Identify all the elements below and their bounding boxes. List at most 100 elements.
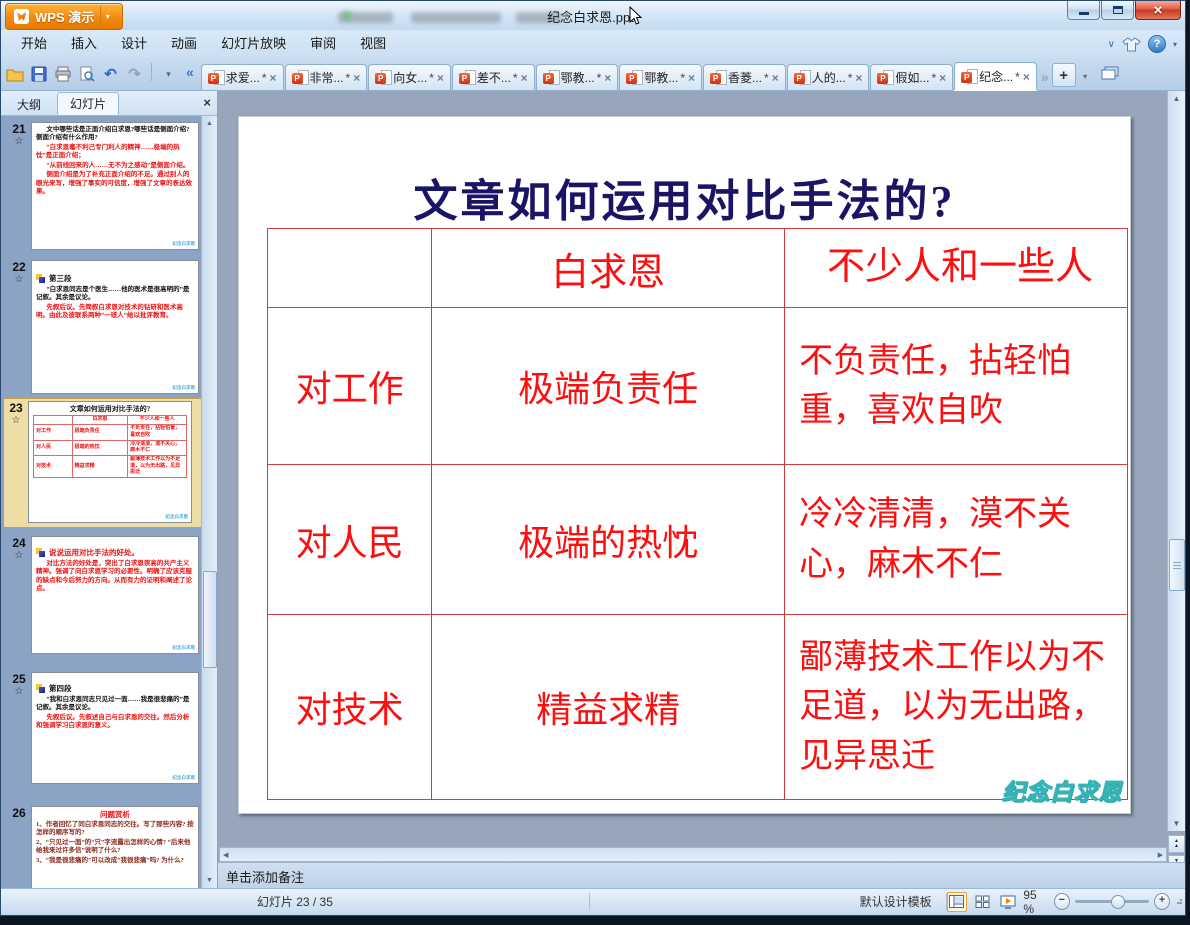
scrollbar-thumb[interactable]: [1169, 539, 1185, 591]
close-tab-icon[interactable]: ×: [772, 71, 779, 85]
menu-design[interactable]: 设计: [109, 30, 159, 58]
table-cell[interactable]: 白求恩: [431, 228, 786, 308]
table-cell[interactable]: 鄙薄技术工作以为不足道，以为无出路，见异思迁: [784, 614, 1128, 800]
close-tab-icon[interactable]: ×: [437, 71, 444, 85]
zoom-slider[interactable]: [1074, 895, 1150, 909]
title-bar: WPS 演示 ▾ 纪念白求恩.ppt* ×: [1, 1, 1185, 30]
close-tab-icon[interactable]: ×: [1023, 70, 1030, 84]
close-tab-icon[interactable]: ×: [269, 71, 276, 85]
new-tab-button[interactable]: +: [1051, 63, 1076, 87]
help-dropdown-icon[interactable]: ▾: [1173, 40, 1177, 49]
help-icon[interactable]: ?: [1147, 35, 1166, 53]
slide-thumbnail-25[interactable]: 25 ☆ 第四段 “我和白求恩同志只见过一面……我是很悲痛的”是记叙。其余是议论…: [7, 672, 202, 784]
menu-insert[interactable]: 插入: [59, 30, 109, 58]
document-tab[interactable]: 鄂教...*×: [619, 64, 703, 90]
document-tab[interactable]: 向女...*×: [368, 64, 451, 90]
slide-thumbnail-24[interactable]: 24 ☆ 说说运用对比手法的好处。 对比方法的好处是，突出了白求恩崇高的共产主义…: [7, 536, 202, 654]
document-tab[interactable]: 假如...*×: [870, 64, 954, 90]
table-cell[interactable]: 冷冷清清，漠不关心，麻木不仁: [784, 464, 1128, 615]
table-cell[interactable]: [266, 228, 433, 308]
document-tab[interactable]: 差不...*×: [451, 64, 535, 90]
thumb-text: 2、“只见过一面”的“只”字流露出怎样的心情? “后来他给我来过许多信”说明了什…: [36, 838, 191, 855]
undo-button[interactable]: ↶: [101, 65, 120, 84]
status-bar: 幻灯片 23 / 35 默认设计模板 95 % − +: [1, 888, 1185, 916]
normal-view-button[interactable]: [946, 891, 968, 912]
modified-marker: *: [512, 70, 518, 85]
document-tab[interactable]: 香菱...*×: [703, 64, 786, 90]
scroll-down-icon[interactable]: ▼: [1168, 816, 1185, 831]
animation-star-icon: ☆: [14, 274, 24, 285]
slide-thumbnail-21[interactable]: 21 ☆ 文中哪些话是正面介绍白求恩?哪些话是侧面介绍?侧面介绍有什么作用? “…: [7, 122, 202, 250]
document-tab[interactable]: 求爱...*×: [200, 64, 284, 90]
maximize-button[interactable]: [1101, 1, 1134, 20]
close-tab-icon[interactable]: ×: [353, 71, 360, 85]
slide-table[interactable]: 白求恩 不少人和一些人 对工作 极端负责任 不负责任，拈轻怕重，喜欢自吹 对人民…: [266, 228, 1128, 800]
save-button[interactable]: [29, 65, 48, 84]
close-panel-icon[interactable]: ×: [203, 95, 211, 110]
close-button[interactable]: ×: [1135, 1, 1181, 20]
scroll-down-icon[interactable]: ▼: [202, 873, 217, 888]
print-button[interactable]: [53, 65, 72, 84]
table-cell[interactable]: 对人民: [266, 464, 433, 615]
slide-thumbnail-26[interactable]: 26 问题赏析 1、作者回忆了同白求恩同志的交往。写了那些内容? 按怎样的顺序写…: [7, 806, 202, 888]
slide-23[interactable]: 文章如何运用对比手法的? 白求恩 不少人和一些人 对工作 极端负责任 不负责任，…: [238, 116, 1131, 814]
document-tab[interactable]: 非常...*×: [284, 64, 368, 90]
table-cell[interactable]: 对技术: [266, 614, 433, 800]
menu-view[interactable]: 视图: [348, 30, 398, 58]
zoom-out-button[interactable]: −: [1053, 893, 1070, 910]
slide-number: 24: [12, 536, 26, 550]
slide-sorter-view-button[interactable]: [972, 892, 993, 912]
close-tab-icon[interactable]: ×: [604, 71, 611, 85]
table-cell[interactable]: 精益求精: [431, 614, 786, 800]
horizontal-scrollbar[interactable]: ◀ ▶: [219, 847, 1167, 862]
scroll-up-icon[interactable]: ▲: [202, 116, 217, 131]
tab-outline[interactable]: 大纲: [5, 94, 53, 115]
zoom-slider-handle[interactable]: [1110, 895, 1125, 909]
scroll-right-icon[interactable]: ▶: [1155, 851, 1166, 859]
slide-title[interactable]: 文章如何运用对比手法的?: [239, 165, 1130, 229]
menu-animation[interactable]: 动画: [159, 30, 209, 58]
notes-pane[interactable]: 单击添加备注: [218, 862, 1185, 888]
menu-home[interactable]: 开始: [9, 30, 59, 58]
document-tab[interactable]: 鄂教...*×: [535, 64, 619, 90]
resize-grip[interactable]: [1177, 899, 1182, 904]
slideshow-view-button[interactable]: [998, 892, 1019, 912]
table-cell[interactable]: 不少人和一些人: [784, 228, 1128, 308]
zoom-in-button[interactable]: +: [1154, 893, 1170, 910]
tab-slides[interactable]: 幻灯片: [57, 92, 120, 115]
menu-review[interactable]: 审阅: [298, 30, 348, 58]
scroll-tabs-right-icon[interactable]: »: [1041, 69, 1049, 85]
vertical-scrollbar[interactable]: ▲ ▼: [1167, 91, 1185, 831]
open-file-button[interactable]: [5, 65, 24, 84]
thumb-title: 说说运用对比手法的好处。: [49, 548, 139, 557]
collapse-ribbon-icon[interactable]: ∨: [1108, 39, 1115, 50]
slide-number: 22: [12, 260, 26, 274]
menu-slideshow[interactable]: 幻灯片放映: [209, 30, 298, 58]
scroll-left-icon[interactable]: ◀: [220, 851, 231, 859]
close-tab-icon[interactable]: ×: [855, 71, 862, 85]
close-tab-icon[interactable]: ×: [939, 71, 946, 85]
document-tab-active[interactable]: 纪念...*×: [954, 62, 1037, 90]
scrollbar-thumb[interactable]: [203, 571, 217, 668]
new-tab-dropdown-icon[interactable]: ▾: [1076, 67, 1095, 86]
sidebar-scrollbar[interactable]: ▲ ▼: [201, 116, 217, 888]
document-tab[interactable]: 人的...*×: [786, 64, 870, 90]
scroll-up-icon[interactable]: ▲: [1168, 91, 1185, 106]
table-cell[interactable]: 极端的热忱: [431, 464, 786, 615]
minimize-button[interactable]: [1067, 1, 1100, 20]
slide-thumbnail-22[interactable]: 22 ☆ 第三段 “白求恩同志是个医生……他的医术是很高明的”是记叙。其余是议论…: [7, 260, 202, 394]
customize-toolbar-icon[interactable]: ▾: [159, 65, 178, 84]
scroll-tabs-left-icon[interactable]: «: [186, 64, 194, 80]
slide-canvas[interactable]: 文章如何运用对比手法的? 白求恩 不少人和一些人 对工作 极端负责任 不负责任，…: [218, 91, 1168, 847]
table-cell[interactable]: 对工作: [266, 307, 433, 465]
close-tab-icon[interactable]: ×: [521, 71, 528, 85]
table-cell[interactable]: 极端负责任: [431, 307, 786, 465]
print-preview-button[interactable]: [77, 65, 96, 84]
redo-button[interactable]: ↷: [125, 65, 144, 84]
table-cell[interactable]: 不负责任，拈轻怕重，喜欢自吹: [784, 307, 1128, 465]
close-tab-icon[interactable]: ×: [688, 71, 695, 85]
skin-theme-icon[interactable]: [1122, 36, 1141, 52]
slide-thumbnail-23-selected[interactable]: 23 ☆ 文章如何运用对比手法的? 白求恩 不少人和一些人 对工作 极端负责任 不负责…: [3, 398, 202, 528]
previous-slide-button[interactable]: ▲ ▲: [1168, 835, 1185, 853]
tab-list-icon[interactable]: [1101, 66, 1119, 85]
